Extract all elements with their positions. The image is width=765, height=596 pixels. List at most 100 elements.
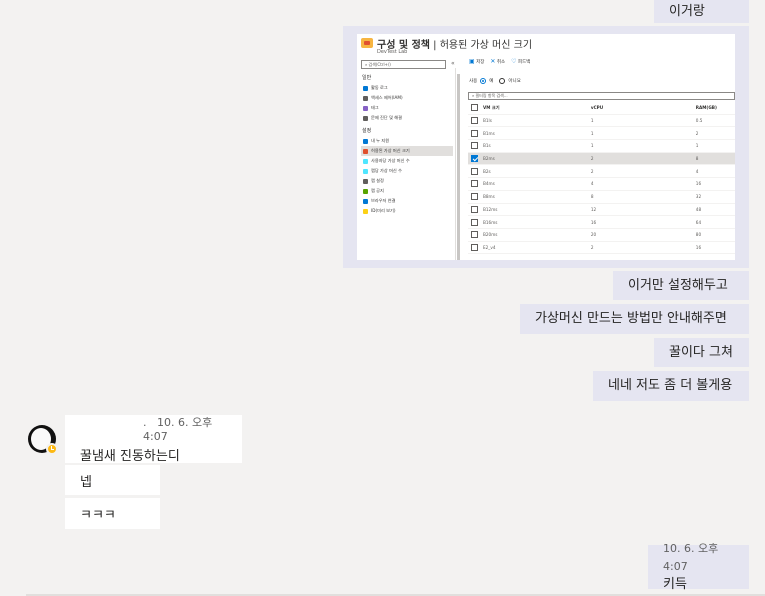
table-cell: 4 xyxy=(695,168,699,174)
blade-subtitle: DevTest Lab xyxy=(377,49,408,55)
message-text: 가상머신 만드는 방법만 안내해주면 xyxy=(535,311,727,326)
row-checkbox xyxy=(471,193,478,201)
table-cell: B12ms xyxy=(483,206,498,212)
table-cell: 0.5 xyxy=(695,118,703,124)
table-cell: B8ms xyxy=(483,194,495,200)
message-text: 네네 저도 좀 더 볼게용 xyxy=(608,378,733,393)
enable-toggle: 사용 예 아니요 xyxy=(469,78,521,84)
image-message[interactable]: 구성 및 정책 | 허용된 가상 머신 크기 DevTest Lab ⌕ 검색(… xyxy=(343,26,749,268)
row-checkbox xyxy=(471,129,478,137)
menu-item: 랩 설정 xyxy=(361,176,453,186)
table-cell: B4ms xyxy=(483,181,495,187)
table-cell: B1s xyxy=(483,143,491,149)
menu-item: 태그 xyxy=(361,103,453,113)
message-text: 넵 xyxy=(80,474,92,490)
row-checkbox xyxy=(471,117,478,125)
table-cell: B16ms xyxy=(483,219,498,225)
menu-item: 내 누 지원 xyxy=(361,136,453,146)
row-checkbox xyxy=(471,167,478,175)
message-bubble-me[interactable]: 가상머신 만드는 방법만 안내해주면 xyxy=(520,304,749,334)
menu-item-selected: 허용된 가상 머신 크기 xyxy=(361,146,453,156)
table-cell: B1ls xyxy=(483,118,492,124)
vm-size-table: VM 크기 vCPU RAM(GB) B1ls 1 0.5 B1ms 1 2 B1s 1 1 B2… xyxy=(468,102,735,255)
save-icon: ▣ xyxy=(469,58,475,65)
message-text: ㅋㅋㅋ xyxy=(80,508,116,523)
table-row: B8ms 8 32 xyxy=(468,191,735,204)
table-cell: 2 xyxy=(590,244,594,250)
table-cell: 32 xyxy=(695,194,702,200)
table-cell: 16 xyxy=(695,244,702,250)
attached-screenshot[interactable]: 구성 및 정책 | 허용된 가상 머신 크기 DevTest Lab ⌕ 검색(… xyxy=(357,34,735,260)
menu-item: 활동 로그 xyxy=(361,83,453,93)
table-cell: E2_v4 xyxy=(483,244,496,250)
menu-section-general: 일반 xyxy=(362,75,372,81)
table-cell: 8 xyxy=(695,156,699,162)
table-cell: 16 xyxy=(695,181,702,187)
collapse-icon: « xyxy=(451,60,455,67)
table-cell: 16 xyxy=(590,219,597,225)
table-cell: 4 xyxy=(590,181,594,187)
tag-icon xyxy=(363,105,368,111)
table-cell: 12 xyxy=(590,206,597,212)
menu-item: 랩 공지 xyxy=(361,186,453,196)
row-checkbox xyxy=(471,218,478,226)
message-bubble-them[interactable]: . 10. 6. 오후 4:07 꿀냄새 진동하는디 xyxy=(65,414,242,464)
vm-size-icon xyxy=(363,148,368,154)
row-checkbox xyxy=(471,205,478,213)
message-bubble-me[interactable]: 이거랑 xyxy=(654,0,749,23)
message-text: 이거랑 xyxy=(669,3,705,19)
gear-icon xyxy=(363,178,368,184)
resource-menu-search: ⌕ 검색(Ctrl+/) xyxy=(361,60,446,69)
table-row: E2_v4 2 16 xyxy=(468,242,735,255)
table-row: B1ms 1 2 xyxy=(468,127,735,141)
table-cell: 2 xyxy=(590,156,594,162)
table-cell: 64 xyxy=(695,219,702,225)
devtest-lab-icon xyxy=(361,38,373,48)
iam-icon xyxy=(363,95,368,101)
message-bubble-me[interactable]: 꿀이다 그쳐 xyxy=(654,338,749,367)
select-all-checkbox xyxy=(471,104,478,112)
feedback-icon: ♡ xyxy=(511,58,517,65)
filter-input: ⌕ 필터링 항목 검색... xyxy=(468,92,735,100)
table-cell: B2ms xyxy=(483,156,495,162)
table-cell: 2 xyxy=(590,168,594,174)
menu-section-settings: 설정 xyxy=(362,128,372,134)
radio-no xyxy=(499,78,506,84)
table-cell: 48 xyxy=(695,206,702,212)
sender-name: . xyxy=(143,416,147,429)
table-cell: 1 xyxy=(590,143,594,149)
message-bubble-them[interactable]: ㅋㅋㅋ xyxy=(65,498,160,529)
row-checkbox xyxy=(471,155,478,163)
table-row: B4ms 4 16 xyxy=(468,178,735,191)
message-bubble-me[interactable]: 10. 6. 오후 4:07 키득 xyxy=(648,542,749,592)
browser-icon xyxy=(363,198,368,204)
lab-vm-icon xyxy=(363,168,368,174)
message-meta: . 10. 6. 오후 4:07 xyxy=(143,414,227,443)
row-checkbox xyxy=(471,180,478,188)
table-cell: 1 xyxy=(590,118,594,124)
message-text: 이거만 설정해두고 xyxy=(628,277,728,293)
table-cell: 8 xyxy=(590,194,594,200)
table-cell: 1 xyxy=(695,143,699,149)
message-text: 꿀이다 그쳐 xyxy=(669,344,733,360)
table-row: B20ms 20 80 xyxy=(468,229,735,242)
announcement-icon xyxy=(363,188,368,194)
user-vm-icon xyxy=(363,158,368,164)
support-icon xyxy=(363,138,368,144)
row-checkbox xyxy=(471,142,478,150)
row-checkbox xyxy=(471,231,478,239)
key-icon xyxy=(363,208,368,214)
message-bubble-me[interactable]: 네네 저도 좀 더 볼게용 xyxy=(593,371,749,401)
menu-item: 브라우저 연결 xyxy=(361,196,453,206)
table-row: B16ms 16 64 xyxy=(468,216,735,229)
table-row: B2s 2 4 xyxy=(468,165,735,179)
menu-item: 랩당 가상 머신 수 xyxy=(361,166,453,176)
table-row: B1ls 1 0.5 xyxy=(468,115,735,128)
scrollbar xyxy=(457,74,460,260)
table-row: B1s 1 1 xyxy=(468,140,735,153)
table-cell: B20ms xyxy=(483,232,498,238)
table-cell: 1 xyxy=(590,130,594,136)
message-bubble-me[interactable]: 이거만 설정해두고 xyxy=(613,271,749,300)
message-bubble-them[interactable]: 넵 xyxy=(65,465,160,495)
table-header: VM 크기 vCPU RAM(GB) xyxy=(468,102,735,115)
